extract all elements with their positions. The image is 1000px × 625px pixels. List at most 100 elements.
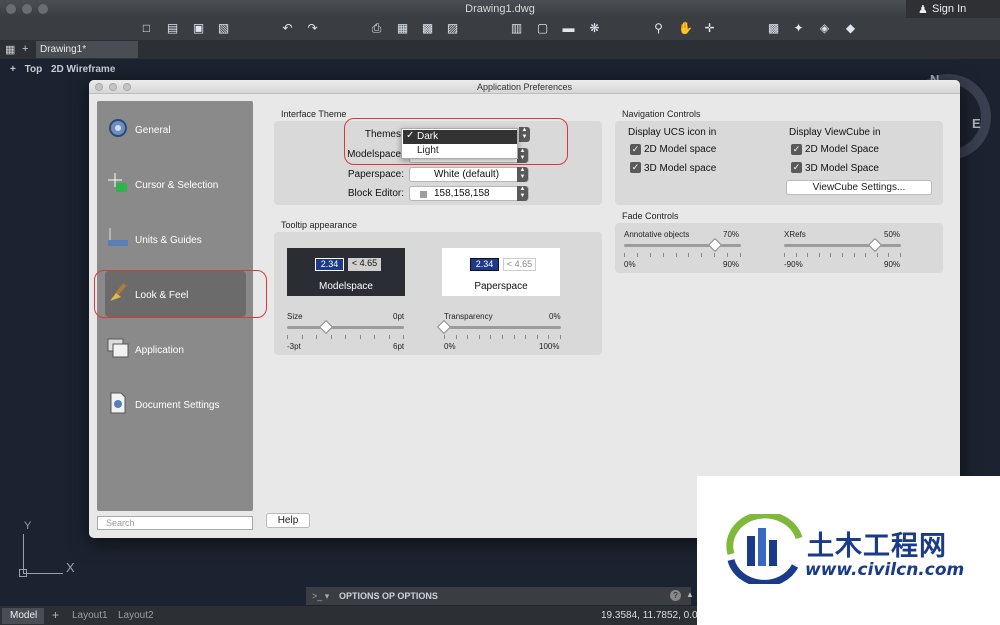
xrefs-min: -90% — [784, 260, 803, 269]
dialog-title-bar: Application Preferences — [89, 80, 960, 94]
size-slider-track[interactable] — [287, 326, 404, 329]
new-tab-icon[interactable]: + — [22, 43, 28, 55]
layout-tab[interactable]: Layout1 — [72, 610, 108, 621]
slider-tick — [900, 253, 901, 257]
slider-tick — [455, 335, 457, 339]
help-button[interactable]: Help — [266, 513, 310, 528]
help-icon[interactable]: ? — [670, 590, 681, 601]
viewport-controls[interactable]: + Top 2D Wireframe — [10, 64, 121, 75]
viewcube-3d-checkbox[interactable]: ✓ — [791, 162, 802, 173]
viewcube-header: Display ViewCube in — [789, 127, 881, 138]
coordinates-readout: 19.3584, 11.7852, 0.0 — [601, 610, 698, 621]
document-tab[interactable]: Drawing1* — [36, 41, 138, 58]
orbit-icon[interactable]: ✛ — [703, 22, 716, 35]
preferences-dialog: Application Preferences General Cursor &… — [89, 80, 960, 538]
share-icon[interactable]: ❋ — [588, 22, 601, 35]
block-editor-popup[interactable]: 158,158,158 ▲ ▼ — [409, 186, 529, 201]
slider-tick — [636, 253, 638, 257]
sidebar-item-label: Cursor & Selection — [135, 180, 219, 191]
import-icon[interactable]: ▥ — [510, 22, 523, 35]
watermark-url: www.civilcn.com — [805, 560, 965, 580]
size-max: 6pt — [393, 342, 405, 351]
ucs-2d-checkbox[interactable]: ✓ — [630, 144, 641, 155]
sidebar-item-general[interactable]: General — [97, 106, 253, 152]
tooltip-preview-paperspace[interactable]: 2.34 < 4.65 Paperspace — [442, 248, 560, 296]
add-layout-icon[interactable]: + — [52, 608, 59, 622]
plot-icon[interactable]: ▦ — [396, 22, 409, 35]
new-file-icon[interactable]: □ — [140, 22, 153, 35]
slider-tick — [359, 335, 361, 339]
cursor-icon — [108, 173, 127, 192]
layout-icon[interactable]: ▬ — [562, 22, 575, 35]
model-tab[interactable]: Model — [2, 608, 44, 624]
slider-tick — [784, 253, 785, 257]
xrefs-slider-track[interactable] — [784, 244, 901, 247]
viewport-menu-icon[interactable]: + — [10, 64, 16, 75]
viewcube-2d-label: 2D Model Space — [805, 144, 879, 155]
chevron-up-icon[interactable]: ▲ — [686, 590, 694, 599]
visual-style[interactable]: 2D Wireframe — [51, 64, 115, 75]
dialog-minimize-button[interactable] — [109, 83, 117, 91]
command-text[interactable]: OPTIONS OP OPTIONS — [339, 591, 438, 601]
tooltip-preview-modelspace[interactable]: 2.34 < 4.65 Modelspace — [287, 248, 405, 296]
tooltip-caption: Paperspace — [474, 281, 528, 292]
viewcube-2d-checkbox[interactable]: ✓ — [791, 144, 802, 155]
zoom-icon[interactable]: ⚲ — [652, 22, 665, 35]
slider-tick — [502, 335, 503, 339]
transparency-slider-track[interactable] — [444, 326, 561, 329]
ucs-y-label: Y — [24, 520, 32, 532]
sign-in-button[interactable]: ♟ Sign In — [906, 0, 1000, 18]
slider-tick — [287, 335, 288, 339]
redo-icon[interactable]: ↷ — [306, 22, 319, 35]
dialog-zoom-button[interactable] — [123, 83, 131, 91]
transparency-label: Transparency — [444, 312, 493, 321]
slider-tick — [888, 253, 890, 257]
watermark: 土木工程网 www.civilcn.com — [697, 476, 1000, 625]
slider-tick — [316, 335, 317, 339]
save-as-icon[interactable]: ▧ — [217, 22, 230, 35]
slider-tick — [727, 253, 729, 257]
save-icon[interactable]: ▣ — [192, 22, 205, 35]
sidebar-item-application[interactable]: Application — [97, 326, 253, 372]
layers-icon[interactable]: ◈ — [818, 22, 831, 35]
add-block-icon[interactable]: ✦ — [792, 22, 805, 35]
document-tab-bar: ▦ + Drawing1* — [0, 40, 1000, 59]
size-min: -3pt — [287, 342, 301, 351]
command-line[interactable]: >_ ▾ OPTIONS OP OPTIONS ? ▲ — [306, 587, 694, 605]
tooltip-caption: Modelspace — [319, 281, 373, 292]
paperspace-popup[interactable]: White (default) ▲ ▼ — [409, 167, 529, 182]
annotative-slider-track[interactable] — [624, 244, 741, 247]
publish-icon[interactable]: ▨ — [446, 22, 459, 35]
sidebar-item-label: Application — [135, 345, 184, 356]
user-icon: ♟ — [918, 4, 928, 16]
properties-icon[interactable]: ▩ — [767, 22, 780, 35]
command-prompt-icon[interactable]: >_ ▾ — [312, 591, 329, 602]
slider-tick — [536, 335, 538, 339]
sidebar-item-label: Units & Guides — [135, 235, 202, 246]
slider-tick — [330, 335, 332, 339]
view-name[interactable]: Top — [25, 64, 43, 75]
transparency-value: 0% — [549, 312, 561, 321]
materials-icon[interactable]: ◆ — [844, 22, 857, 35]
slider-tick — [301, 335, 303, 339]
xrefs-max: 90% — [884, 260, 901, 269]
windows-icon — [107, 338, 129, 358]
sidebar-item-document-settings[interactable]: Document Settings — [97, 381, 253, 427]
sheet-set-icon[interactable]: ▩ — [421, 22, 434, 35]
ucs-3d-checkbox[interactable]: ✓ — [630, 162, 641, 173]
undo-icon[interactable]: ↶ — [281, 22, 294, 35]
search-input[interactable]: Search — [97, 516, 253, 530]
slider-tick — [807, 253, 809, 257]
dialog-close-button[interactable] — [95, 83, 103, 91]
sidebar-item-units-guides[interactable]: Units & Guides — [97, 216, 253, 262]
sidebar-item-cursor-selection[interactable]: Cursor & Selection — [97, 161, 253, 207]
grid-menu-icon[interactable]: ▦ — [5, 43, 15, 56]
print-icon[interactable]: ⎙ — [370, 22, 383, 35]
viewcube-settings-button[interactable]: ViewCube Settings... — [786, 180, 932, 195]
layout-tab[interactable]: Layout2 — [118, 610, 154, 621]
export-icon[interactable]: ▢ — [536, 22, 549, 35]
open-file-icon[interactable]: ▤ — [166, 22, 179, 35]
block-editor-label: Block Editor: — [347, 188, 404, 199]
slider-tick — [345, 335, 346, 339]
pan-hand-icon[interactable]: ✋ — [678, 22, 693, 35]
